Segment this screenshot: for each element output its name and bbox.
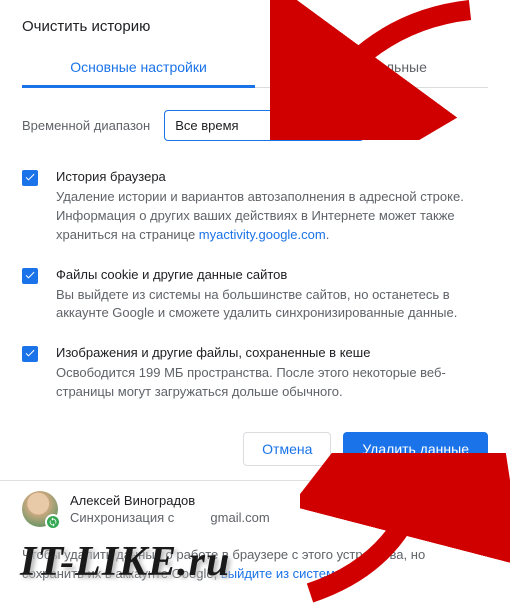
check-icon bbox=[24, 171, 36, 183]
profile-name: Алексей Виноградов bbox=[70, 493, 270, 508]
myactivity-link[interactable]: myactivity.google.com bbox=[199, 227, 326, 242]
tab-basic[interactable]: Основные настройки bbox=[22, 49, 255, 87]
option-history: История браузера Удаление истории и вари… bbox=[22, 169, 488, 245]
check-icon bbox=[24, 269, 36, 281]
footer-note: Чтобы удалить данные о работе в браузере… bbox=[0, 537, 510, 598]
profile-section: Алексей Виноградов Синхронизация с gmail… bbox=[0, 481, 510, 537]
option-history-desc: Удаление истории и вариантов автозаполне… bbox=[56, 188, 488, 245]
tab-advanced[interactable]: Дополнительные bbox=[255, 49, 488, 87]
tabs: Основные настройки Дополнительные bbox=[22, 49, 488, 88]
option-history-title: История браузера bbox=[56, 169, 488, 184]
delete-data-button[interactable]: Удалить данные bbox=[343, 432, 488, 466]
checkbox-cookies[interactable] bbox=[22, 268, 38, 284]
dialog-title: Очистить историю bbox=[22, 18, 488, 35]
check-icon bbox=[24, 347, 36, 359]
sign-out-link[interactable]: выйдите из системы bbox=[221, 566, 344, 581]
checkbox-cache[interactable] bbox=[22, 346, 38, 362]
time-range-label: Временной диапазон bbox=[22, 118, 150, 133]
option-cookies: Файлы cookie и другие данные сайтов Вы в… bbox=[22, 267, 488, 324]
option-cache-desc: Освободится 199 МБ пространства. После э… bbox=[56, 364, 488, 402]
sync-badge-icon bbox=[45, 514, 61, 530]
avatar bbox=[22, 491, 58, 527]
option-cache: Изображения и другие файлы, сохраненные … bbox=[22, 345, 488, 402]
option-cache-title: Изображения и другие файлы, сохраненные … bbox=[56, 345, 488, 360]
profile-sync: Синхронизация с gmail.com bbox=[70, 510, 270, 525]
time-range-value: Все время bbox=[175, 118, 238, 133]
cancel-button[interactable]: Отмена bbox=[243, 432, 331, 466]
option-cookies-desc: Вы выйдете из системы на большинстве сай… bbox=[56, 286, 488, 324]
time-range-select[interactable]: Все время ▼ bbox=[164, 110, 364, 141]
option-cookies-title: Файлы cookie и другие данные сайтов bbox=[56, 267, 488, 282]
checkbox-history[interactable] bbox=[22, 170, 38, 186]
chevron-down-icon: ▼ bbox=[343, 120, 353, 131]
